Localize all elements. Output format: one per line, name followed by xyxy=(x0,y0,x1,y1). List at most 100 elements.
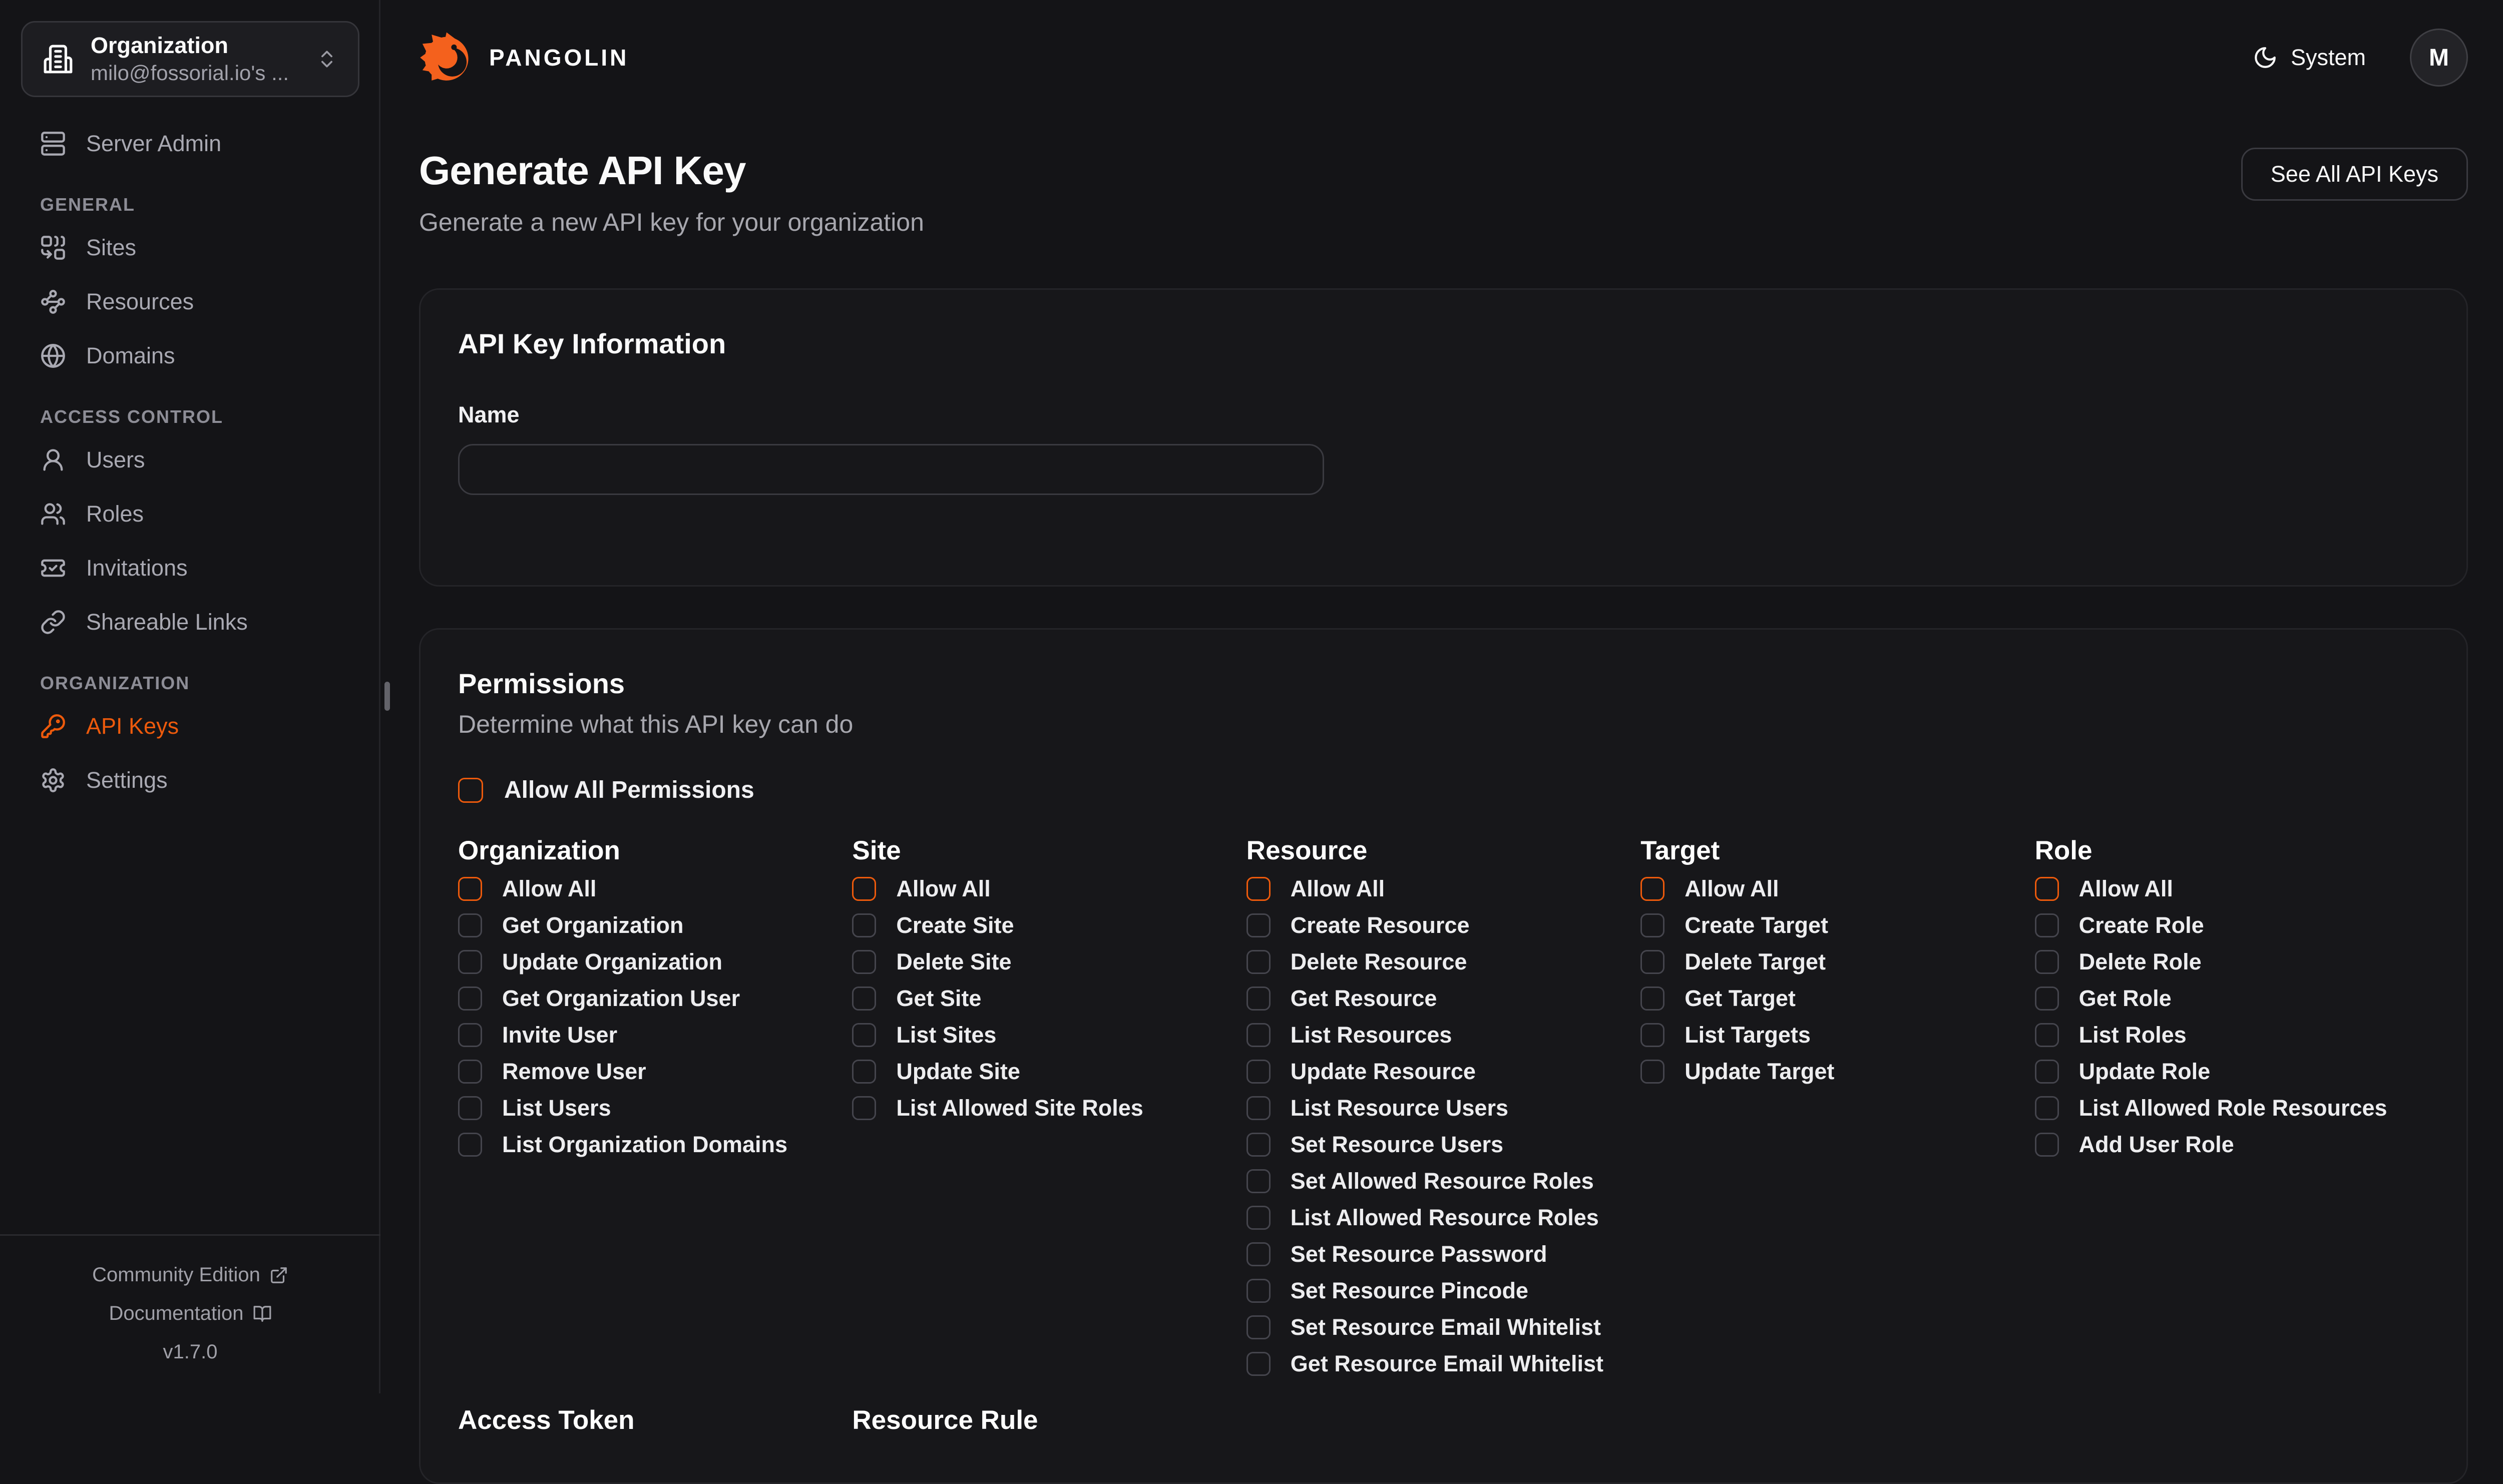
permission-row-resource-allow-all[interactable]: Allow All xyxy=(1246,874,1640,904)
permission-row-resource-create-resource[interactable]: Create Resource xyxy=(1246,910,1640,940)
checkbox-resource-update-resource[interactable] xyxy=(1246,1060,1271,1084)
checkbox-site-allow-all[interactable] xyxy=(852,877,876,901)
checkbox-organization-list-organization-domains[interactable] xyxy=(458,1133,482,1157)
permission-row-organization-remove-user[interactable]: Remove User xyxy=(458,1057,852,1087)
permission-row-organization-get-organization-user[interactable]: Get Organization User xyxy=(458,983,852,1014)
theme-toggle[interactable]: System xyxy=(2253,45,2366,71)
sidebar-item-shareable-links[interactable]: Shareable Links xyxy=(21,604,358,641)
permission-row-resource-delete-resource[interactable]: Delete Resource xyxy=(1246,947,1640,977)
checkbox-resource-list-resource-users[interactable] xyxy=(1246,1096,1271,1120)
checkbox-target-delete-target[interactable] xyxy=(1640,950,1664,974)
checkbox-target-create-target[interactable] xyxy=(1640,913,1664,937)
permission-row-site-update-site[interactable]: Update Site xyxy=(852,1057,1246,1087)
permission-row-resource-get-resource-email-whitelist[interactable]: Get Resource Email Whitelist xyxy=(1246,1349,1640,1379)
checkbox-role-list-roles[interactable] xyxy=(2035,1023,2059,1047)
sidebar-item-resources[interactable]: Resources xyxy=(21,283,358,320)
checkbox-resource-list-allowed-resource-roles[interactable] xyxy=(1246,1206,1271,1230)
checkbox-site-update-site[interactable] xyxy=(852,1060,876,1084)
permission-row-resource-update-resource[interactable]: Update Resource xyxy=(1246,1057,1640,1087)
permission-row-organization-update-organization[interactable]: Update Organization xyxy=(458,947,852,977)
sidebar-item-sites[interactable]: Sites xyxy=(21,229,358,266)
brand[interactable]: PANGOLIN xyxy=(419,30,629,85)
permission-row-resource-set-resource-email-whitelist[interactable]: Set Resource Email Whitelist xyxy=(1246,1312,1640,1342)
permission-row-organization-get-organization[interactable]: Get Organization xyxy=(458,910,852,940)
checkbox-organization-list-users[interactable] xyxy=(458,1096,482,1120)
checkbox-resource-create-resource[interactable] xyxy=(1246,913,1271,937)
checkbox-target-allow-all[interactable] xyxy=(1640,877,1664,901)
allow-all-permissions-checkbox[interactable] xyxy=(458,778,483,803)
see-all-api-keys-button[interactable]: See All API Keys xyxy=(2241,148,2468,201)
checkbox-site-get-site[interactable] xyxy=(852,986,876,1011)
checkbox-site-list-allowed-site-roles[interactable] xyxy=(852,1096,876,1120)
permission-row-resource-set-resource-pincode[interactable]: Set Resource Pincode xyxy=(1246,1276,1640,1306)
permission-row-resource-list-resources[interactable]: List Resources xyxy=(1246,1020,1640,1050)
permission-row-role-update-role[interactable]: Update Role xyxy=(2035,1057,2429,1087)
community-edition-link[interactable]: Community Edition xyxy=(0,1264,380,1286)
permission-row-role-create-role[interactable]: Create Role xyxy=(2035,910,2429,940)
permission-row-site-create-site[interactable]: Create Site xyxy=(852,910,1246,940)
permission-row-resource-list-resource-users[interactable]: List Resource Users xyxy=(1246,1093,1640,1123)
checkbox-target-list-targets[interactable] xyxy=(1640,1023,1664,1047)
checkbox-organization-remove-user[interactable] xyxy=(458,1060,482,1084)
permission-row-resource-set-allowed-resource-roles[interactable]: Set Allowed Resource Roles xyxy=(1246,1166,1640,1196)
sidebar-item-roles[interactable]: Roles xyxy=(21,496,358,533)
checkbox-resource-get-resource[interactable] xyxy=(1246,986,1271,1011)
permission-row-role-list-allowed-role-resources[interactable]: List Allowed Role Resources xyxy=(2035,1093,2429,1123)
checkbox-resource-set-resource-email-whitelist[interactable] xyxy=(1246,1315,1271,1339)
permission-row-organization-list-organization-domains[interactable]: List Organization Domains xyxy=(458,1130,852,1160)
checkbox-resource-get-resource-email-whitelist[interactable] xyxy=(1246,1352,1271,1376)
permission-row-site-list-allowed-site-roles[interactable]: List Allowed Site Roles xyxy=(852,1093,1246,1123)
checkbox-resource-allow-all[interactable] xyxy=(1246,877,1271,901)
documentation-link[interactable]: Documentation xyxy=(0,1302,380,1325)
sidebar-item-domains[interactable]: Domains xyxy=(21,337,358,374)
sidebar-item-users[interactable]: Users xyxy=(21,441,358,478)
checkbox-role-add-user-role[interactable] xyxy=(2035,1133,2059,1157)
permission-row-resource-set-resource-users[interactable]: Set Resource Users xyxy=(1246,1130,1640,1160)
checkbox-role-list-allowed-role-resources[interactable] xyxy=(2035,1096,2059,1120)
permission-row-role-allow-all[interactable]: Allow All xyxy=(2035,874,2429,904)
checkbox-role-delete-role[interactable] xyxy=(2035,950,2059,974)
checkbox-resource-set-resource-users[interactable] xyxy=(1246,1133,1271,1157)
avatar[interactable]: M xyxy=(2410,29,2468,87)
permission-row-organization-allow-all[interactable]: Allow All xyxy=(458,874,852,904)
permission-row-resource-get-resource[interactable]: Get Resource xyxy=(1246,983,1640,1014)
permission-row-role-delete-role[interactable]: Delete Role xyxy=(2035,947,2429,977)
checkbox-role-allow-all[interactable] xyxy=(2035,877,2059,901)
checkbox-target-update-target[interactable] xyxy=(1640,1060,1664,1084)
allow-all-permissions-row[interactable]: Allow All Permissions xyxy=(458,776,2429,804)
sidebar-item-settings[interactable]: Settings xyxy=(21,762,358,799)
checkbox-resource-set-resource-password[interactable] xyxy=(1246,1242,1271,1266)
permission-row-target-update-target[interactable]: Update Target xyxy=(1640,1057,2034,1087)
checkbox-site-create-site[interactable] xyxy=(852,913,876,937)
checkbox-organization-invite-user[interactable] xyxy=(458,1023,482,1047)
permission-row-site-delete-site[interactable]: Delete Site xyxy=(852,947,1246,977)
permission-row-site-allow-all[interactable]: Allow All xyxy=(852,874,1246,904)
permission-row-site-get-site[interactable]: Get Site xyxy=(852,983,1246,1014)
permission-row-organization-invite-user[interactable]: Invite User xyxy=(458,1020,852,1050)
permission-row-role-list-roles[interactable]: List Roles xyxy=(2035,1020,2429,1050)
permission-row-resource-set-resource-password[interactable]: Set Resource Password xyxy=(1246,1239,1640,1269)
checkbox-target-get-target[interactable] xyxy=(1640,986,1664,1011)
permission-row-target-delete-target[interactable]: Delete Target xyxy=(1640,947,2034,977)
org-selector[interactable]: Organization milo@fossorial.io's ... xyxy=(21,21,359,97)
sidebar-item-server-admin[interactable]: Server Admin xyxy=(21,125,358,162)
permission-row-resource-list-allowed-resource-roles[interactable]: List Allowed Resource Roles xyxy=(1246,1203,1640,1233)
permission-row-site-list-sites[interactable]: List Sites xyxy=(852,1020,1246,1050)
permission-row-organization-list-users[interactable]: List Users xyxy=(458,1093,852,1123)
checkbox-resource-set-allowed-resource-roles[interactable] xyxy=(1246,1169,1271,1193)
checkbox-site-delete-site[interactable] xyxy=(852,950,876,974)
checkbox-resource-delete-resource[interactable] xyxy=(1246,950,1271,974)
sidebar-item-invitations[interactable]: Invitations xyxy=(21,550,358,587)
checkbox-organization-get-organization-user[interactable] xyxy=(458,986,482,1011)
checkbox-site-list-sites[interactable] xyxy=(852,1023,876,1047)
checkbox-organization-update-organization[interactable] xyxy=(458,950,482,974)
permission-row-target-allow-all[interactable]: Allow All xyxy=(1640,874,2034,904)
permission-row-role-get-role[interactable]: Get Role xyxy=(2035,983,2429,1014)
checkbox-role-create-role[interactable] xyxy=(2035,913,2059,937)
sidebar-item-api-keys[interactable]: API Keys xyxy=(21,708,358,745)
permission-row-target-list-targets[interactable]: List Targets xyxy=(1640,1020,2034,1050)
permission-row-target-get-target[interactable]: Get Target xyxy=(1640,983,2034,1014)
permission-row-target-create-target[interactable]: Create Target xyxy=(1640,910,2034,940)
checkbox-organization-get-organization[interactable] xyxy=(458,913,482,937)
checkbox-role-update-role[interactable] xyxy=(2035,1060,2059,1084)
